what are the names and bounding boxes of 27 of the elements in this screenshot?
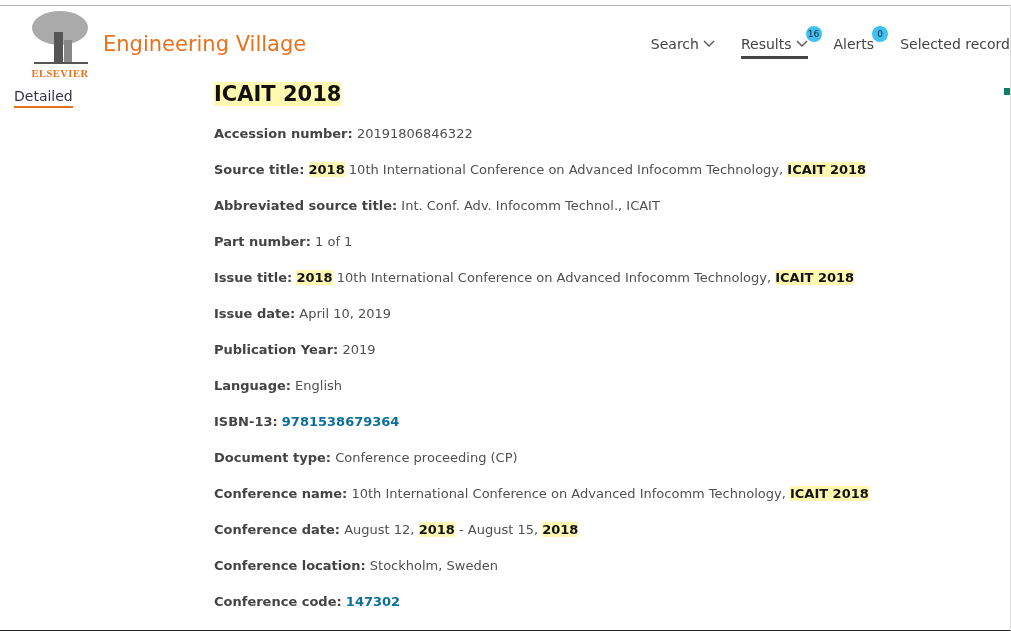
record-field: Conference date: August 12, 2018 - August 15, 2018 bbox=[214, 522, 869, 558]
nav-tab[interactable]: Results bbox=[740, 36, 808, 59]
record-field: Document type: Conference proceeding (CP) bbox=[214, 450, 869, 486]
record-field: Language: English bbox=[214, 378, 869, 414]
record-field: Conference name: 10th International Conference on Advanced Infocomm Technology, ICAIT 2018 bbox=[214, 486, 869, 522]
view-tab[interactable]: Detailed bbox=[14, 88, 73, 108]
record-field: Conference code: 147302 bbox=[214, 594, 869, 630]
record-field: Issue date: April 10, 2019 bbox=[214, 306, 869, 342]
record-field: Publication Year: 2019 bbox=[214, 342, 869, 378]
nav-tab[interactable]: Search bbox=[650, 36, 715, 59]
record-field: Part number: 1 of 1 bbox=[214, 234, 869, 270]
record-field: Source title: 2018 10th International Conference on Advanced Infocomm Technology, ICAIT 2018 bbox=[214, 162, 869, 198]
scroll-marker bbox=[1004, 88, 1010, 95]
record-field: Abbreviated source title: Int. Conf. Adv. Infocomm Technol., ICAIT bbox=[214, 198, 869, 234]
field-link[interactable]: 147302 bbox=[345, 594, 401, 609]
nav-tab[interactable]: Selected record bbox=[900, 36, 1010, 59]
nav-tab[interactable]: Alerts bbox=[833, 36, 875, 59]
record-field: Conference location: Stockholm, Sweden bbox=[214, 558, 869, 594]
record-title: ICAIT 2018 bbox=[214, 82, 342, 106]
tree-logo-icon bbox=[30, 9, 90, 66]
logo-caption: ELSEVIER bbox=[31, 67, 89, 79]
record-field: Accession number: 20191806846322 bbox=[214, 126, 869, 162]
record-field: Issue title: 2018 10th International Conference on Advanced Infocomm Technology, ICAIT 2018 bbox=[214, 270, 869, 306]
count-badge: 16 bbox=[805, 26, 822, 42]
record-field: ISBN-13: 9781538679364 bbox=[214, 414, 869, 450]
field-link[interactable]: 9781538679364 bbox=[281, 414, 400, 429]
count-badge: 0 bbox=[872, 26, 889, 42]
